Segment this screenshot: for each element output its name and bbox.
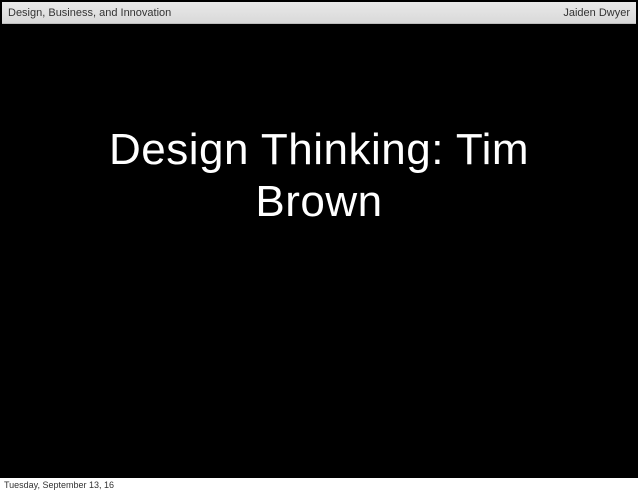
slide-header-bar: Design, Business, and Innovation Jaiden … bbox=[2, 2, 636, 24]
slide-canvas: Design, Business, and Innovation Jaiden … bbox=[0, 0, 638, 478]
slide-title: Design Thinking: Tim Brown bbox=[108, 125, 530, 226]
course-title: Design, Business, and Innovation bbox=[8, 7, 172, 19]
footer-date: Tuesday, September 13, 16 bbox=[4, 480, 115, 490]
slide-page: Design, Business, and Innovation Jaiden … bbox=[0, 0, 638, 491]
author-name: Jaiden Dwyer bbox=[563, 7, 630, 19]
